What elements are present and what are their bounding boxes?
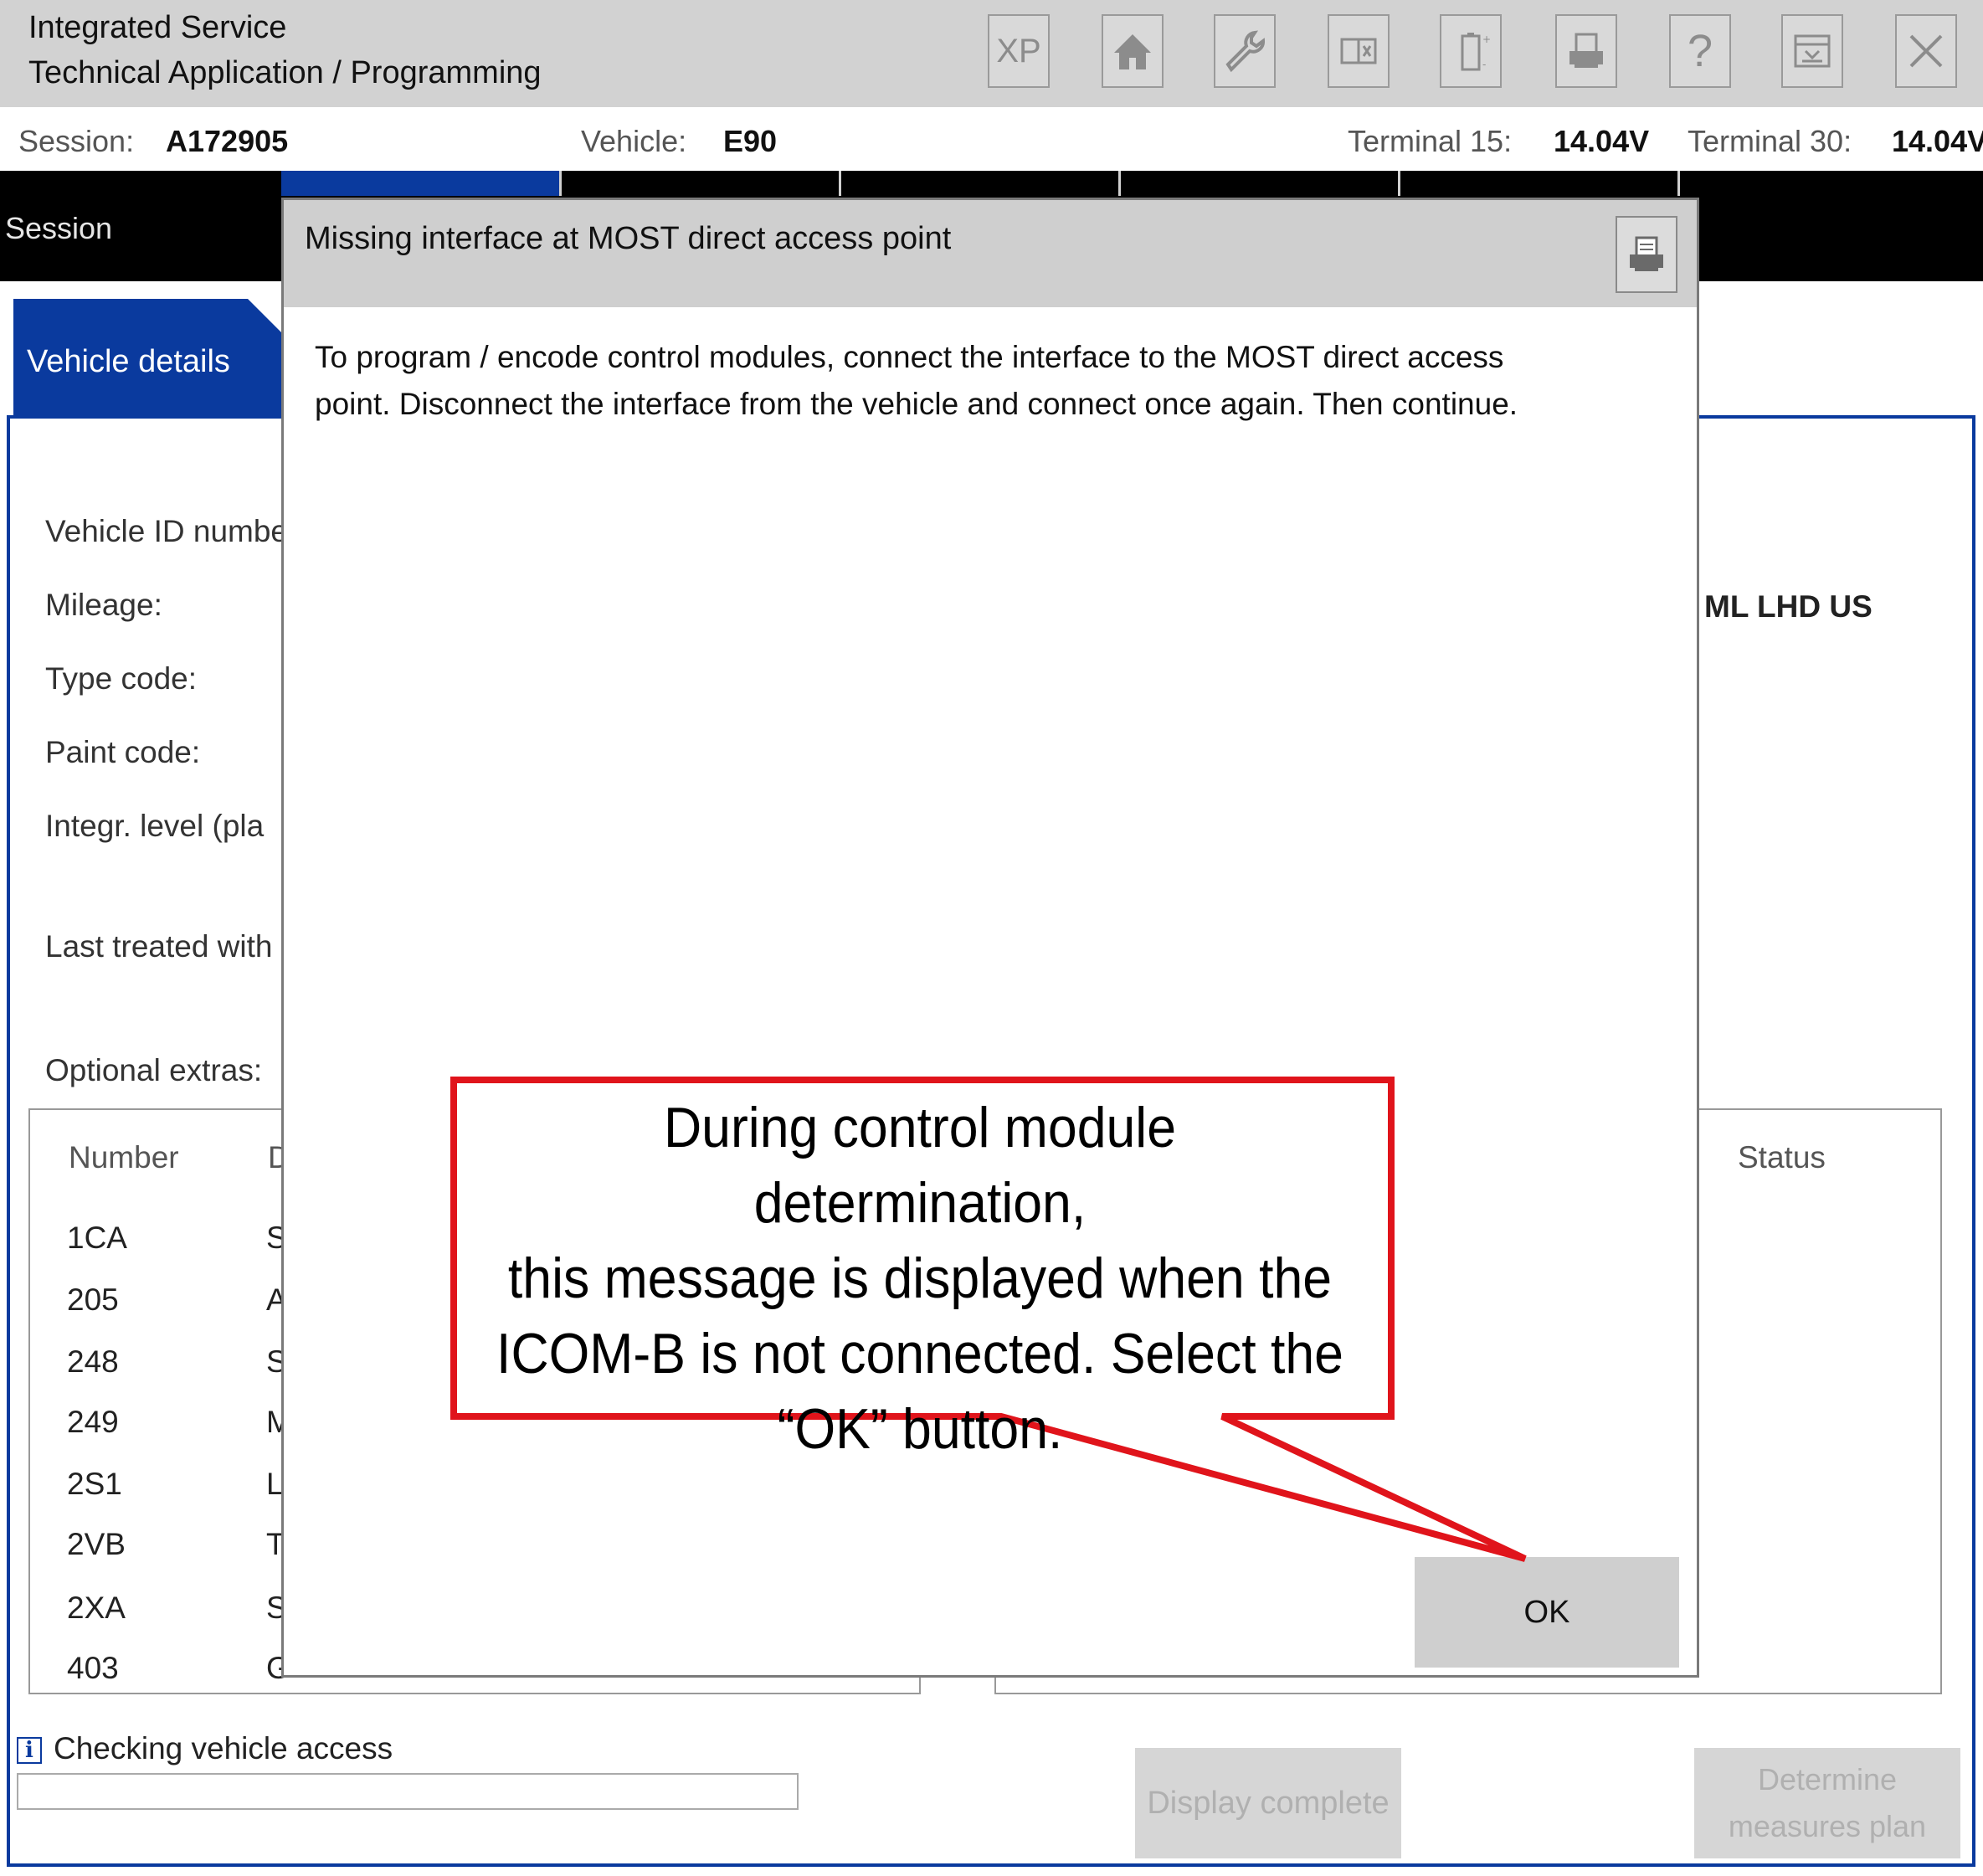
wrench-icon (1225, 30, 1265, 73)
close-button[interactable] (1895, 14, 1957, 88)
info-icon: i (17, 1737, 42, 1764)
svg-text:-: - (1482, 59, 1486, 70)
split-view-icon (1340, 38, 1377, 64)
vehicle-value: E90 (723, 124, 778, 158)
tab-divider (1118, 171, 1121, 196)
field-last-treated-label: Last treated with (45, 929, 273, 964)
dialog-message-line: To program / encode control modules, con… (315, 340, 1504, 374)
determine-measures-plan-label-1: Determine (1757, 1762, 1898, 1796)
field-vin-label: Vehicle ID numbe (45, 514, 289, 548)
tab-active-indicator (281, 171, 559, 196)
home-button[interactable] (1102, 14, 1164, 88)
status-text: Checking vehicle access (54, 1731, 393, 1765)
app-subtitle: Technical Application / Programming (28, 55, 542, 90)
callout-line: During control module determination, (663, 1096, 1177, 1235)
help-button[interactable]: ? (1669, 14, 1731, 88)
xp-button[interactable]: XP (988, 14, 1050, 88)
session-info-bar (0, 107, 1983, 172)
printer-icon (1630, 236, 1663, 271)
download-button[interactable] (1781, 14, 1843, 88)
callout-line: “OK” button. (777, 1397, 1063, 1461)
dialog-title: Missing interface at MOST direct access … (305, 221, 952, 256)
vehicle-label: Vehicle: (581, 124, 687, 158)
tab-divider (1398, 171, 1400, 196)
display-complete-button[interactable]: Display complete (1135, 1748, 1401, 1858)
subtab-vehicle-details-label: Vehicle details (27, 344, 230, 379)
home-icon (1114, 34, 1151, 69)
row-number: 403 (67, 1651, 119, 1685)
service-button[interactable] (1214, 14, 1276, 88)
svg-text:+: + (1482, 33, 1491, 45)
printer-icon (1569, 33, 1603, 68)
tab-divider (839, 171, 841, 196)
terminal30-value: 14.04V (1892, 124, 1983, 158)
split-view-button[interactable] (1328, 14, 1390, 88)
column-header-status[interactable]: Status (1738, 1140, 1826, 1175)
close-icon (1909, 34, 1943, 68)
battery-button[interactable]: + - (1440, 14, 1502, 88)
row-number: 2S1 (67, 1467, 122, 1501)
session-label: Session: (18, 124, 135, 158)
field-optional-extras-label: Optional extras: (45, 1053, 263, 1087)
field-integration-level-label: Integr. level (pla (45, 809, 265, 843)
field-type-code-label: Type code: (45, 661, 198, 696)
row-number: 249 (67, 1405, 119, 1439)
callout-line: ICOM-B is not connected. Select the (496, 1322, 1343, 1385)
dialog-message-line: point. Disconnect the interface from the… (315, 387, 1518, 421)
xp-icon: XP (996, 32, 1041, 69)
row-number: 248 (67, 1344, 119, 1379)
field-paint-code-label: Paint code: (45, 735, 201, 769)
row-number: 2XA (67, 1591, 126, 1625)
tab-divider (559, 171, 562, 196)
terminal30-label: Terminal 30: (1688, 124, 1852, 158)
callout-text: During control module determination, thi… (492, 1090, 1347, 1467)
terminal15-value: 14.04V (1554, 124, 1650, 158)
tab-divider (1677, 171, 1680, 196)
row-number: 1CA (67, 1221, 127, 1255)
terminal15-label: Terminal 15: (1348, 124, 1513, 158)
field-mileage-label: Mileage: (45, 588, 162, 622)
download-icon (1794, 34, 1831, 68)
print-button[interactable] (1555, 14, 1617, 88)
row-number: 205 (67, 1282, 119, 1317)
determine-measures-plan-label-2: measures plan (1728, 1809, 1927, 1843)
row-number: 2VB (67, 1527, 126, 1561)
vehicle-variant-value: ML LHD US (1704, 589, 1873, 624)
callout-line: this message is displayed when the (507, 1246, 1333, 1310)
dialog-print-button[interactable] (1616, 216, 1677, 293)
battery-icon: +- (1461, 33, 1491, 71)
tab-session[interactable]: Session (5, 211, 112, 246)
determine-measures-plan-button[interactable]: Determine measures plan (1694, 1748, 1960, 1858)
help-icon: ? (1687, 26, 1713, 76)
app-title: Integrated Service (28, 10, 287, 45)
ok-button[interactable]: OK (1415, 1557, 1679, 1668)
session-value: A172905 (166, 124, 289, 158)
column-header-number[interactable]: Number (69, 1140, 179, 1175)
progress-bar (17, 1773, 799, 1810)
